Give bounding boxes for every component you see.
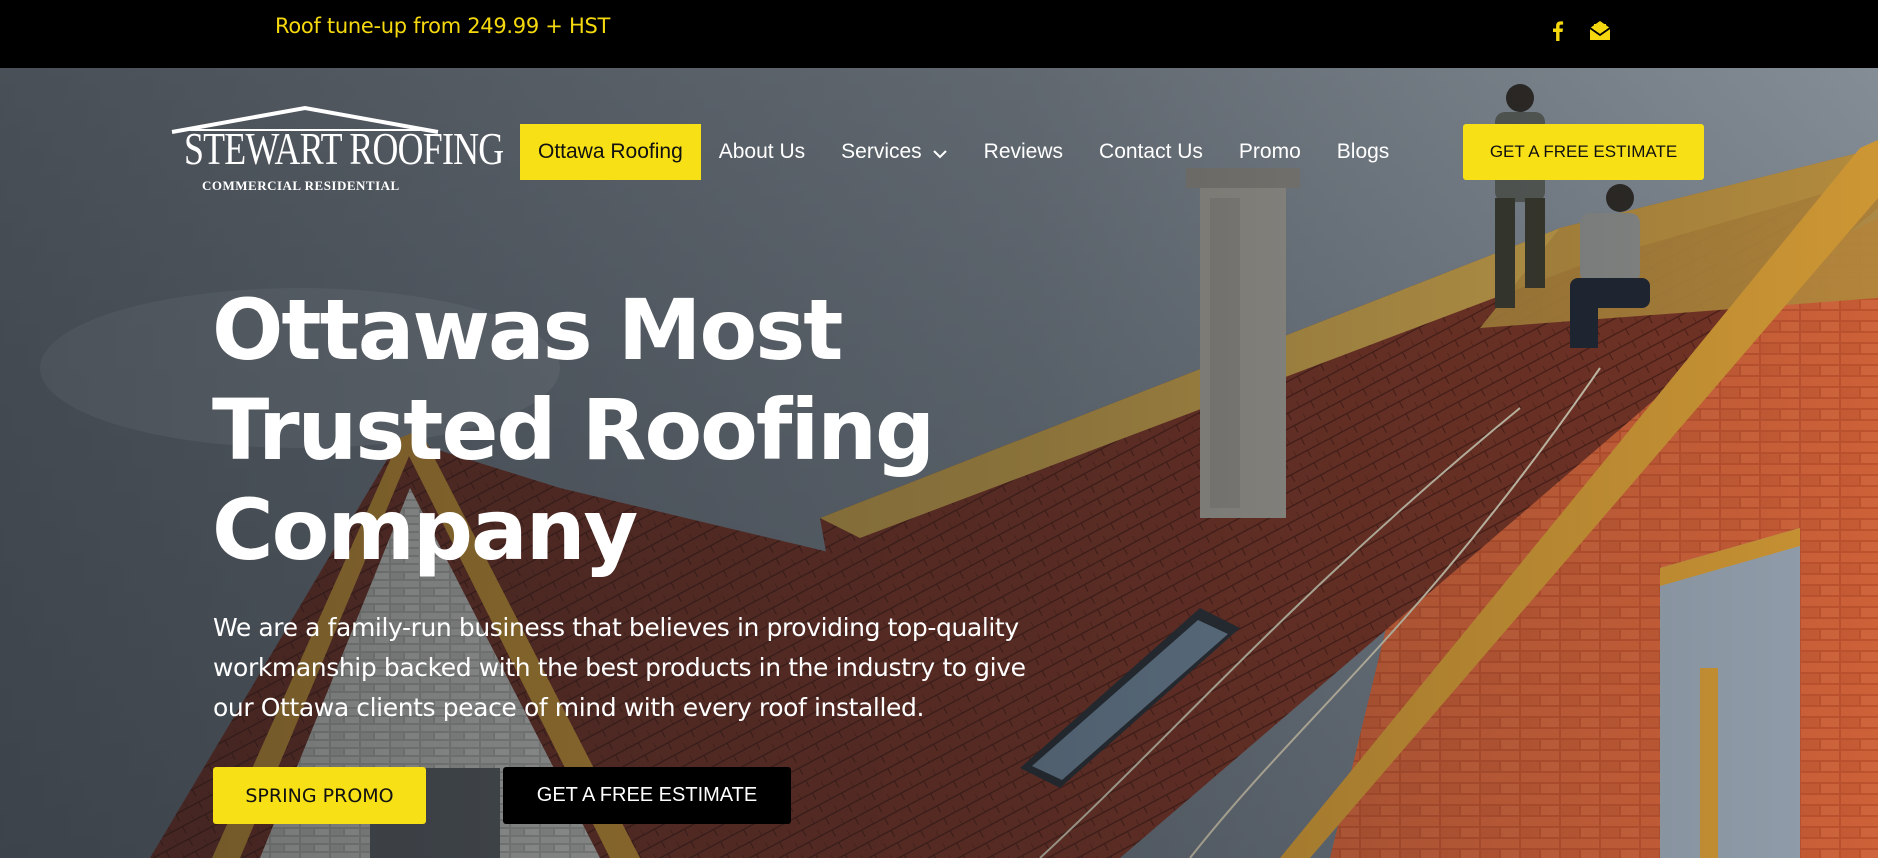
promo-announcement[interactable]: Roof tune-up from 249.99 + HST [275,14,610,38]
hero-headline-line-1: Ottawas Most [212,281,843,379]
hero-free-estimate-button[interactable]: GET A FREE ESTIMATE [503,767,791,824]
spring-promo-button[interactable]: SPRING PROMO [213,767,426,824]
logo-tagline: COMMERCIAL RESIDENTIAL [202,178,400,193]
logo-brand-name: STEWART ROOFING [184,123,504,174]
header-free-estimate-button[interactable]: GET A FREE ESTIMATE [1463,124,1704,180]
nav-item-services-label: Services [841,140,922,163]
nav-item-services[interactable]: Services [823,124,966,180]
hero-headline: Ottawas Most Trusted Roofing Company [212,280,1112,580]
email-icon[interactable] [1587,18,1613,44]
hero-description: We are a family-run business that believ… [213,613,1026,722]
nav-item-reviews[interactable]: Reviews [966,124,1081,180]
nav-item-contact-us[interactable]: Contact Us [1081,124,1221,180]
nav-item-ottawa-roofing[interactable]: Ottawa Roofing [520,124,701,180]
facebook-icon[interactable] [1545,18,1571,44]
hero-headline-line-2: Trusted Roofing [212,381,935,479]
nav-item-blogs[interactable]: Blogs [1319,124,1408,180]
hero-headline-line-3: Company [212,481,638,579]
nav-item-about-us[interactable]: About Us [701,124,823,180]
main-navigation: Ottawa Roofing About Us Services Reviews… [520,124,1407,180]
nav-item-promo[interactable]: Promo [1221,124,1319,180]
social-links [1545,18,1613,44]
stewart-roofing-logo[interactable]: STEWART ROOFING COMMERCIAL RESIDENTIAL [170,104,504,204]
hero-section: STEWART ROOFING COMMERCIAL RESIDENTIAL O… [0,68,1878,858]
chevron-down-icon [932,144,948,160]
top-announcement-bar: Roof tune-up from 249.99 + HST [0,0,1878,68]
